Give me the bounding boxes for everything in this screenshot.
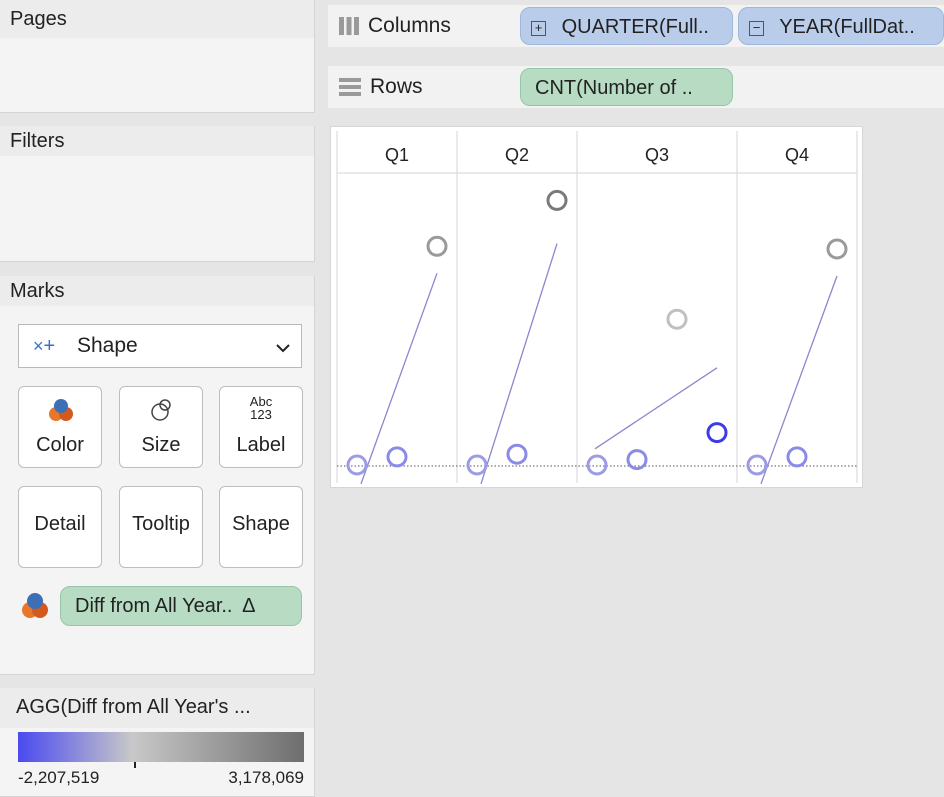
quarter-header-label: Q4 xyxy=(785,145,809,165)
data-point[interactable] xyxy=(386,446,408,468)
quarter-header-label: Q1 xyxy=(385,145,409,165)
quarter-header-label: Q2 xyxy=(505,145,529,165)
legend-min-value: -2,207,519 xyxy=(18,768,100,787)
rows-shelf[interactable]: Rows CNT(Number of .. xyxy=(328,66,944,108)
quarter-header-label: Q3 xyxy=(645,145,669,165)
label-icon: Abc 123 xyxy=(249,394,273,422)
data-point[interactable] xyxy=(466,454,488,476)
color-field-pill[interactable]: Diff from All Year.. Δ xyxy=(60,586,302,626)
data-point[interactable] xyxy=(666,308,688,330)
columns-shelf[interactable]: Columns + QUARTER(Full.. − YEAR(FullDat.… xyxy=(328,5,944,47)
detail-button-label: Detail xyxy=(34,513,86,535)
color-field-label: Diff from All Year.. xyxy=(75,595,233,617)
rows-shelf-label: Rows xyxy=(338,66,423,108)
marks-title: Marks xyxy=(0,276,314,306)
quarter-pill[interactable]: + QUARTER(Full.. xyxy=(520,7,733,45)
data-point[interactable] xyxy=(626,449,648,471)
count-pill-label: CNT(Number of .. xyxy=(535,77,693,99)
mark-type-dropdown[interactable]: ×+ Shape xyxy=(18,324,302,368)
size-icon xyxy=(151,399,171,421)
chevron-down-icon xyxy=(276,344,290,353)
pages-card[interactable]: Pages xyxy=(0,0,315,113)
expand-icon[interactable]: + xyxy=(531,21,546,36)
delta-icon: Δ xyxy=(242,595,256,617)
quarter-pill-label: QUARTER(Full.. xyxy=(561,16,709,38)
detail-button[interactable]: Detail xyxy=(18,486,102,568)
columns-icon xyxy=(339,17,359,35)
data-point[interactable] xyxy=(506,443,528,465)
trend-line xyxy=(480,243,558,485)
shape-button-label: Shape xyxy=(232,513,290,535)
filters-title: Filters xyxy=(0,126,314,156)
data-point[interactable] xyxy=(746,454,768,476)
collapse-icon[interactable]: − xyxy=(749,21,764,36)
data-point[interactable] xyxy=(426,235,448,257)
trend-line xyxy=(360,273,438,485)
mark-type-value: Shape xyxy=(77,334,138,357)
tooltip-button[interactable]: Tooltip xyxy=(119,486,203,568)
trend-line xyxy=(594,367,718,450)
data-point[interactable] xyxy=(706,422,728,444)
year-pill[interactable]: − YEAR(FullDat.. xyxy=(738,7,944,45)
data-point[interactable] xyxy=(786,446,808,468)
size-button[interactable]: Size xyxy=(119,386,203,468)
data-point[interactable] xyxy=(586,454,608,476)
trend-line xyxy=(760,275,838,485)
legend-card: AGG(Diff from All Year's ... -2,207,519 … xyxy=(0,688,315,797)
columns-label: Columns xyxy=(368,14,451,37)
color-icon xyxy=(49,399,73,421)
data-point[interactable] xyxy=(346,454,368,476)
label-button-label: Label xyxy=(236,434,286,456)
data-point[interactable] xyxy=(826,238,848,260)
tooltip-button-label: Tooltip xyxy=(132,513,190,535)
count-pill[interactable]: CNT(Number of .. xyxy=(520,68,733,106)
color-ramp xyxy=(18,732,304,762)
data-point[interactable] xyxy=(546,189,568,211)
color-ramp-center-tick xyxy=(134,762,136,768)
pages-title: Pages xyxy=(0,0,314,38)
rows-icon xyxy=(339,78,361,96)
color-button-label: Color xyxy=(36,434,84,456)
shape-mark-icon: ×+ xyxy=(33,335,56,357)
size-button-label: Size xyxy=(141,434,181,456)
viz-panel: Q1 Q2 Q3 Q4 xyxy=(330,126,863,488)
color-encoding-icon xyxy=(22,593,48,618)
label-button[interactable]: Abc 123 Label xyxy=(219,386,303,468)
color-button[interactable]: Color xyxy=(18,386,102,468)
columns-shelf-label: Columns xyxy=(338,5,451,47)
legend-title[interactable]: AGG(Diff from All Year's ... xyxy=(0,688,314,728)
rows-label: Rows xyxy=(370,75,423,98)
marks-card: Marks ×+ Shape Color Size Abc 123 Label … xyxy=(0,276,315,675)
shape-button[interactable]: Shape xyxy=(219,486,303,568)
year-pill-label: YEAR(FullDat.. xyxy=(779,16,915,38)
legend-max-value: 3,178,069 xyxy=(228,768,304,787)
filters-card[interactable]: Filters xyxy=(0,126,315,262)
scatter-chart[interactable]: Q1 Q2 Q3 Q4 xyxy=(331,127,862,487)
